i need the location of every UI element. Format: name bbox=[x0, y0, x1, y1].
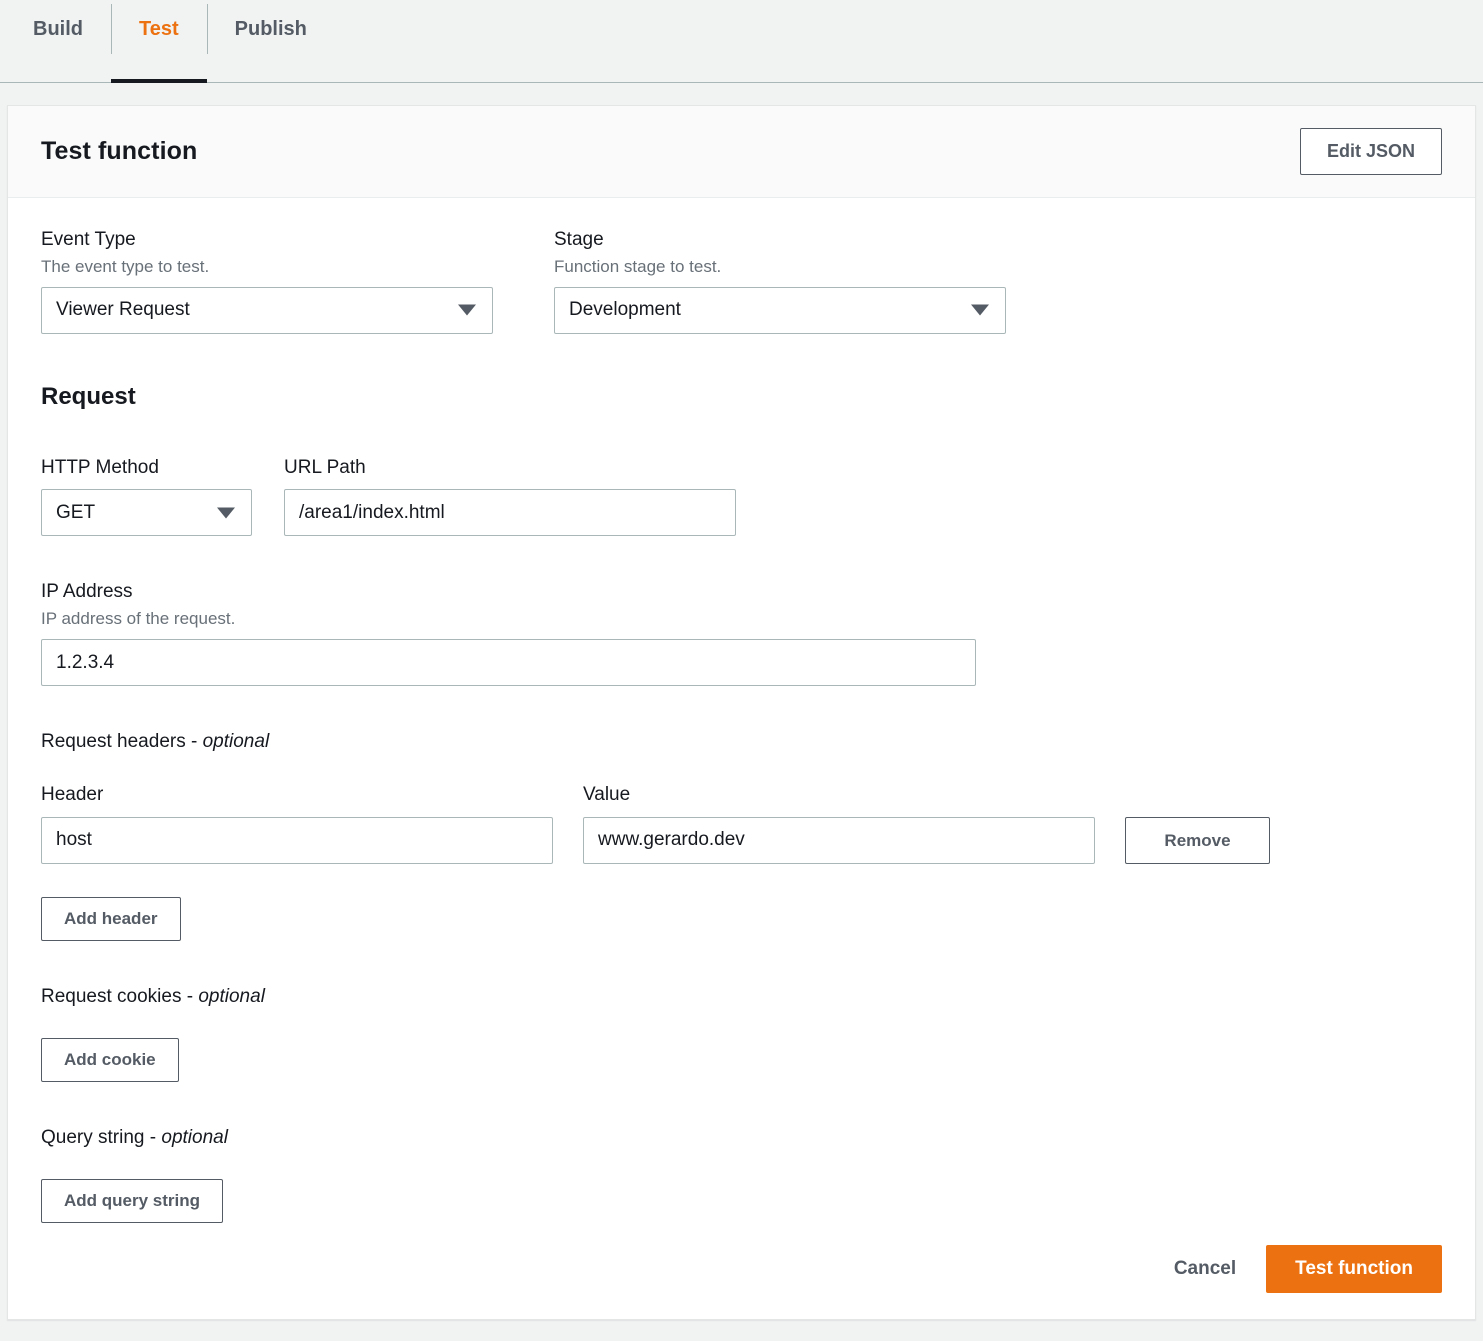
query-string-group: Query string - optional Add query string bbox=[41, 1127, 1442, 1223]
header-column-label: Header bbox=[41, 783, 553, 808]
ip-address-field: IP Address IP address of the request. 1.… bbox=[41, 580, 1442, 686]
page-title: Test function bbox=[41, 137, 197, 166]
request-headers-group-title: Request headers bbox=[41, 731, 186, 752]
card-header: Test function Edit JSON bbox=[8, 106, 1475, 198]
event-type-label: Event Type bbox=[41, 228, 493, 253]
query-string-separator: - bbox=[150, 1127, 156, 1148]
stage-description: Function stage to test. bbox=[554, 256, 1006, 278]
request-cookies-group-title: Request cookies bbox=[41, 986, 181, 1007]
chevron-down-icon bbox=[217, 507, 235, 518]
request-headers-optional-tag: optional bbox=[203, 731, 270, 752]
header-value-value: www.gerardo.dev bbox=[598, 829, 745, 851]
request-cookies-group: Request cookies - optional Add cookie bbox=[41, 986, 1442, 1082]
request-headers-column-titles: Header Value bbox=[41, 783, 1442, 817]
http-method-select[interactable]: GET bbox=[41, 489, 252, 536]
event-stage-row: Event Type The event type to test. Viewe… bbox=[41, 228, 1442, 334]
ip-address-input[interactable]: 1.2.3.4 bbox=[41, 639, 976, 686]
method-path-row: HTTP Method GET URL Path /area1/index.ht… bbox=[41, 456, 1442, 537]
url-path-value: /area1/index.html bbox=[299, 502, 445, 524]
chevron-down-icon bbox=[458, 305, 476, 316]
edit-json-button[interactable]: Edit JSON bbox=[1300, 128, 1442, 175]
request-cookies-optional-tag: optional bbox=[198, 986, 265, 1007]
event-type-field: Event Type The event type to test. Viewe… bbox=[41, 228, 493, 334]
ip-address-description: IP address of the request. bbox=[41, 608, 1442, 630]
stage-selected-value: Development bbox=[569, 299, 681, 321]
tab-publish-label: Publish bbox=[235, 18, 307, 41]
request-section-title: Request bbox=[41, 383, 1442, 411]
test-function-submit-button[interactable]: Test function bbox=[1266, 1245, 1442, 1293]
add-cookie-button[interactable]: Add cookie bbox=[41, 1038, 179, 1082]
header-value-input[interactable]: www.gerardo.dev bbox=[583, 817, 1095, 864]
stage-field: Stage Function stage to test. Developmen… bbox=[554, 228, 1006, 334]
url-path-label: URL Path bbox=[284, 456, 736, 481]
request-headers-group: Request headers - optional Header Value … bbox=[41, 731, 1442, 941]
url-path-field: URL Path /area1/index.html bbox=[284, 456, 736, 537]
ip-address-value: 1.2.3.4 bbox=[56, 652, 114, 674]
remove-header-button[interactable]: Remove bbox=[1125, 817, 1270, 864]
ip-address-label: IP Address bbox=[41, 580, 1442, 605]
add-header-button[interactable]: Add header bbox=[41, 897, 181, 941]
tab-publish[interactable]: Publish bbox=[207, 0, 335, 58]
request-headers-group-label: Request headers - optional bbox=[41, 731, 1442, 753]
value-column-label: Value bbox=[583, 783, 1095, 808]
tab-build-label: Build bbox=[33, 18, 83, 41]
primary-tab-bar: Build Test Publish bbox=[0, 0, 1483, 83]
event-type-select[interactable]: Viewer Request bbox=[41, 287, 493, 334]
http-method-label: HTTP Method bbox=[41, 456, 252, 481]
http-method-selected-value: GET bbox=[56, 502, 95, 524]
stage-select[interactable]: Development bbox=[554, 287, 1006, 334]
request-headers-separator: - bbox=[191, 731, 197, 752]
query-string-group-title: Query string bbox=[41, 1127, 144, 1148]
tab-build[interactable]: Build bbox=[0, 0, 111, 58]
table-row: host www.gerardo.dev Remove bbox=[41, 817, 1442, 864]
request-cookies-group-label: Request cookies - optional bbox=[41, 986, 1442, 1008]
query-string-optional-tag: optional bbox=[161, 1127, 228, 1148]
test-function-card: Test function Edit JSON Event Type The e… bbox=[7, 105, 1476, 1320]
request-cookies-separator: - bbox=[187, 986, 193, 1007]
query-string-group-label: Query string - optional bbox=[41, 1127, 1442, 1149]
http-method-field: HTTP Method GET bbox=[41, 456, 252, 537]
card-body: Event Type The event type to test. Viewe… bbox=[8, 198, 1475, 1223]
url-path-input[interactable]: /area1/index.html bbox=[284, 489, 736, 536]
header-name-value: host bbox=[56, 829, 92, 851]
event-type-selected-value: Viewer Request bbox=[56, 299, 190, 321]
header-name-input[interactable]: host bbox=[41, 817, 553, 864]
add-query-string-button[interactable]: Add query string bbox=[41, 1179, 223, 1223]
tab-test-label: Test bbox=[139, 18, 179, 41]
stage-label: Stage bbox=[554, 228, 1006, 253]
tab-test[interactable]: Test bbox=[111, 0, 207, 58]
card-footer: Cancel Test function bbox=[8, 1223, 1475, 1319]
event-type-description: The event type to test. bbox=[41, 256, 493, 278]
chevron-down-icon bbox=[971, 305, 989, 316]
cancel-button[interactable]: Cancel bbox=[1156, 1245, 1254, 1293]
